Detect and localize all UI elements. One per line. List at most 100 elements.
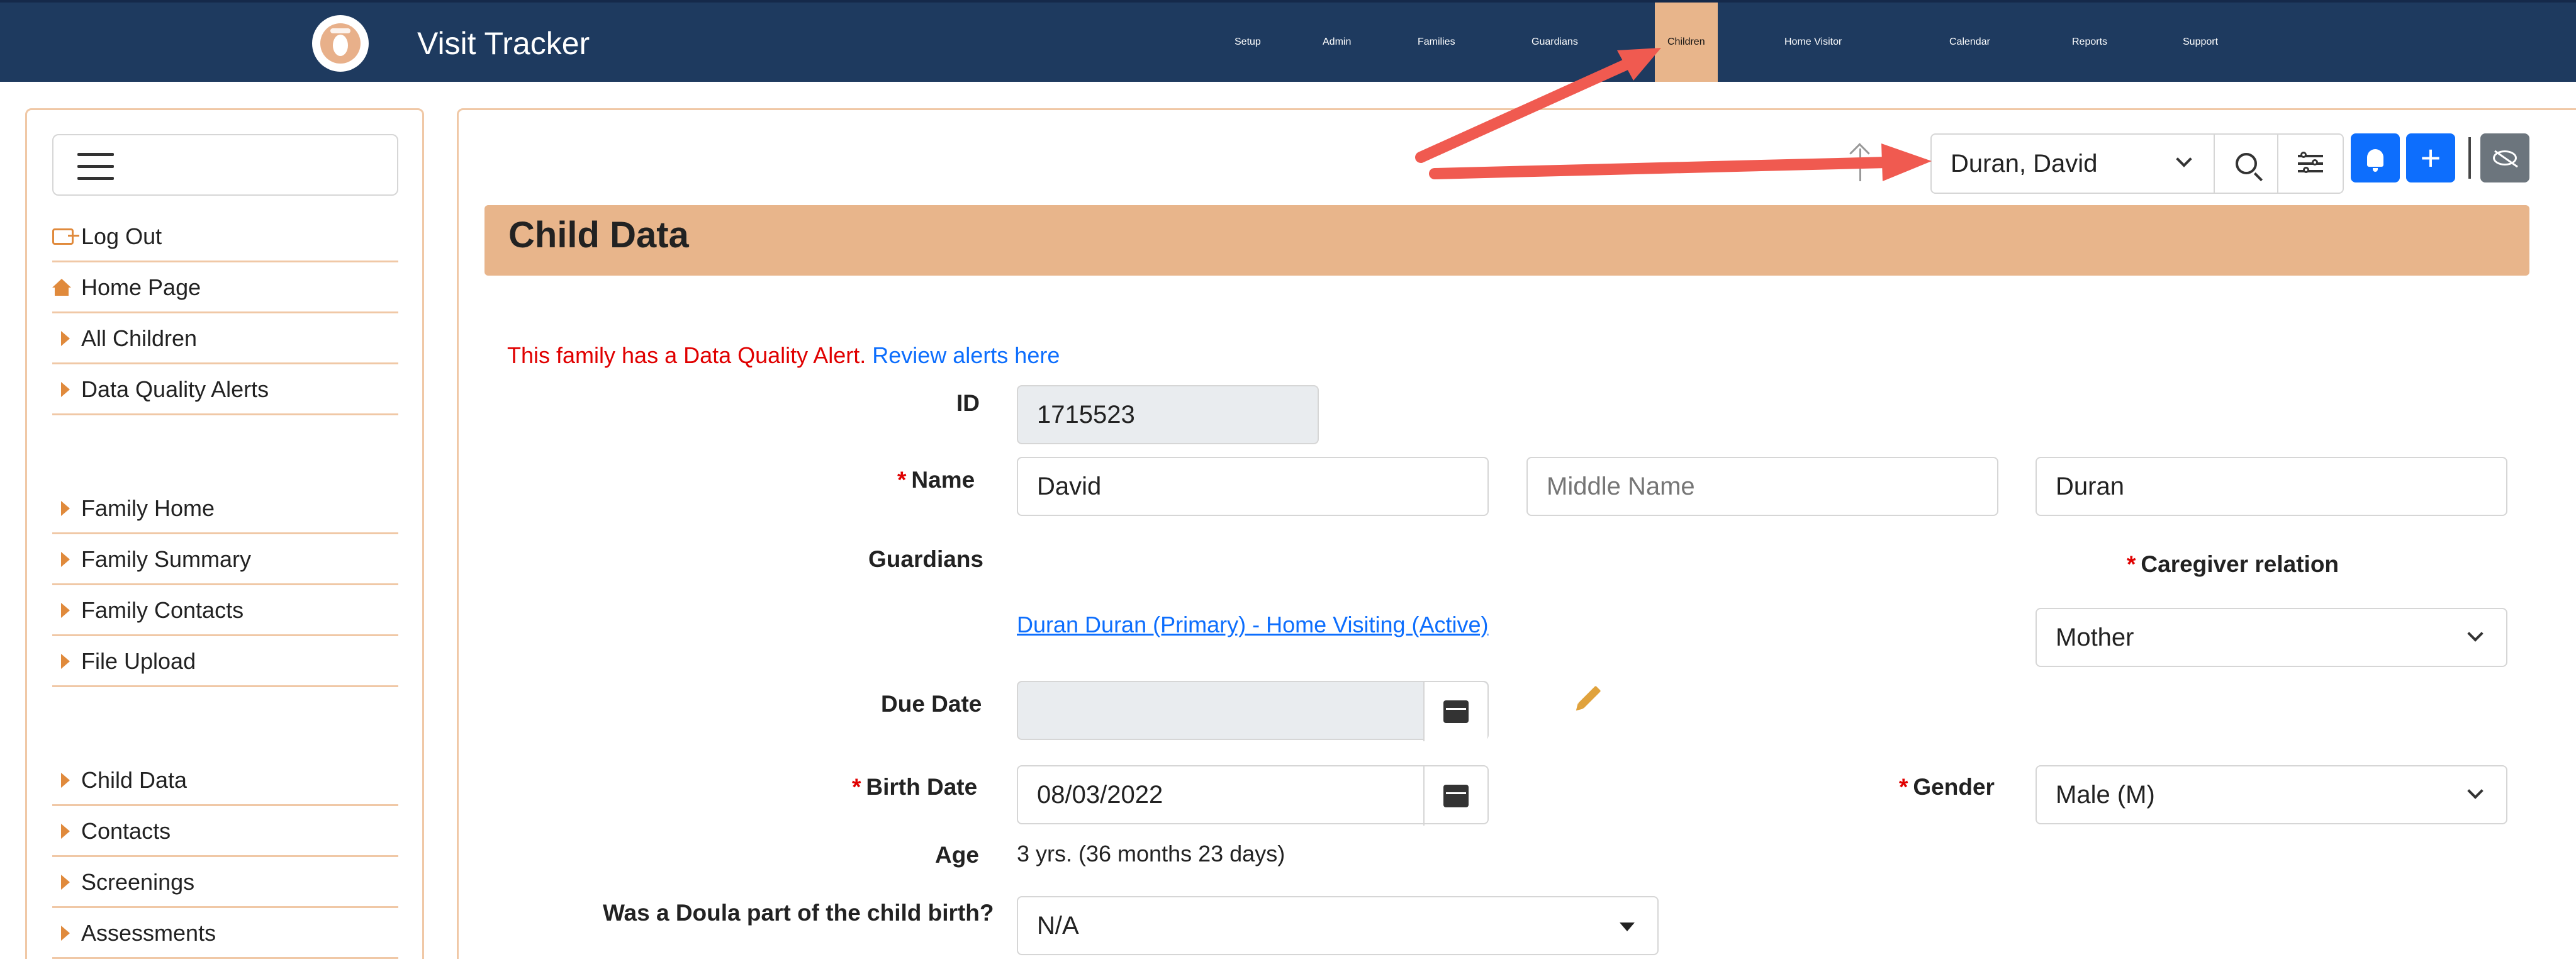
sidebar-toggle-button[interactable]: [52, 134, 398, 196]
sidebar-item-all-children[interactable]: All Children: [52, 314, 398, 364]
caret-right-icon: [61, 874, 70, 890]
page-header: [484, 205, 2529, 276]
sidebar-item-label: Family Home: [81, 495, 215, 521]
nav-admin[interactable]: Admin: [1323, 3, 1351, 82]
sidebar-item-label: Child Data: [81, 766, 188, 793]
caret-right-icon: [61, 823, 70, 839]
nav-setup[interactable]: Setup: [1235, 3, 1261, 82]
app-logo[interactable]: [312, 15, 369, 72]
due-date-label: Due Date: [881, 691, 982, 717]
sidebar: Log Out Home Page All Children Data Qual…: [25, 108, 424, 959]
required-marker: *: [2127, 551, 2136, 577]
arrow-up-icon[interactable]: [1850, 143, 1871, 181]
doula-value: N/A: [1037, 911, 1079, 939]
sidebar-item-family-home[interactable]: Family Home: [52, 484, 398, 534]
sidebar-item-label: Data Quality Alerts: [81, 376, 269, 402]
top-navbar: Visit Tracker Setup Admin Families Guard…: [0, 0, 2576, 82]
sidebar-item-file-upload[interactable]: File Upload: [52, 637, 398, 687]
caregiver-relation-label-text: Caregiver relation: [2141, 551, 2339, 577]
birth-date-calendar-button[interactable]: [1423, 766, 1487, 826]
baby-foot-logo-icon: [320, 23, 361, 64]
doula-select[interactable]: N/A: [1017, 896, 1659, 955]
gender-label: * Gender: [1899, 774, 1995, 800]
sidebar-item-label: Home Page: [81, 274, 201, 300]
sidebar-item-label: All Children: [81, 325, 198, 351]
page-title: Child Data: [508, 215, 689, 255]
last-name-value: Duran: [2056, 472, 2124, 500]
sidebar-item-label: File Upload: [81, 648, 196, 674]
app-brand[interactable]: Visit Tracker: [417, 25, 590, 62]
caret-right-icon: [61, 772, 70, 788]
id-value: 1715523: [1037, 400, 1135, 429]
sidebar-item-data-quality-alerts[interactable]: Data Quality Alerts: [52, 365, 398, 415]
gender-value: Male (M): [2056, 780, 2155, 809]
birth-date-label-text: Birth Date: [866, 774, 978, 800]
gender-select[interactable]: Male (M): [2036, 765, 2507, 824]
caregiver-relation-label: * Caregiver relation: [2127, 551, 2339, 578]
nav-home-visitor[interactable]: Home Visitor: [1784, 3, 1842, 82]
caret-down-icon: [1620, 923, 1635, 931]
sidebar-item-family-summary[interactable]: Family Summary: [52, 535, 398, 585]
nav-families[interactable]: Families: [1418, 3, 1455, 82]
nav-support[interactable]: Support: [2183, 3, 2218, 82]
caret-right-icon: [61, 925, 70, 941]
calendar-icon: [1443, 700, 1469, 723]
hide-button[interactable]: [2480, 133, 2529, 182]
filter-button[interactable]: [2278, 135, 2343, 193]
middle-name-field[interactable]: Middle Name: [1526, 457, 1998, 516]
caret-right-icon: [61, 500, 70, 516]
caret-right-icon: [61, 602, 70, 618]
sidebar-item-assessments[interactable]: Assessments: [52, 909, 398, 959]
middle-name-placeholder: Middle Name: [1547, 472, 1695, 500]
nav-guardians[interactable]: Guardians: [1532, 3, 1578, 82]
age-label: Age: [935, 842, 979, 868]
guardians-label: Guardians: [868, 546, 983, 572]
gender-label-text: Gender: [1913, 774, 1995, 800]
sidebar-item-home-page[interactable]: Home Page: [52, 263, 398, 313]
sidebar-item-family-contacts[interactable]: Family Contacts: [52, 586, 398, 636]
alert-text: This family has a Data Quality Alert.: [507, 342, 866, 368]
caret-right-icon: [61, 653, 70, 669]
sidebar-item-child-data[interactable]: Child Data: [52, 756, 398, 806]
guardian-link[interactable]: Duran Duran (Primary) - Home Visiting (A…: [1017, 612, 1489, 638]
caret-right-icon: [61, 381, 70, 397]
child-select-value: Duran, David: [1951, 149, 2098, 177]
notifications-button[interactable]: [2351, 133, 2400, 182]
first-name-field[interactable]: David: [1017, 457, 1489, 516]
birth-date-value: 08/03/2022: [1037, 780, 1163, 809]
eye-slash-icon: [2493, 150, 2517, 165]
required-marker: *: [1899, 774, 1908, 800]
nav-children[interactable]: Children: [1655, 3, 1718, 82]
due-date-calendar-button[interactable]: [1423, 682, 1487, 741]
id-label: ID: [956, 390, 980, 416]
search-button[interactable]: [2215, 135, 2279, 193]
sidebar-item-log-out[interactable]: Log Out: [52, 212, 398, 262]
age-value: 3 yrs. (36 months 23 days): [1017, 841, 1285, 866]
chevron-down-icon: [2176, 151, 2192, 167]
chevron-down-icon: [2467, 625, 2484, 642]
plus-icon: +: [2420, 138, 2441, 177]
name-label-text: Name: [911, 467, 975, 493]
search-icon: [2235, 153, 2257, 174]
sidebar-item-contacts[interactable]: Contacts: [52, 807, 398, 857]
due-date-field: [1017, 681, 1489, 741]
nav-calendar[interactable]: Calendar: [1949, 3, 1990, 82]
sidebar-item-screenings[interactable]: Screenings: [52, 858, 398, 908]
chevron-down-icon: [2467, 783, 2484, 799]
sidebar-item-label: Assessments: [81, 919, 216, 946]
child-select[interactable]: Duran, David: [1932, 135, 2215, 193]
caregiver-relation-select[interactable]: Mother: [2036, 608, 2507, 667]
last-name-field[interactable]: Duran: [2036, 457, 2507, 516]
sidebar-item-label: Log Out: [81, 223, 162, 249]
toolbar-divider: [2468, 137, 2471, 179]
add-button[interactable]: +: [2406, 133, 2455, 182]
birth-date-field[interactable]: 08/03/2022: [1017, 765, 1489, 826]
bell-icon: [2367, 149, 2383, 172]
child-search-group: Duran, David: [1930, 133, 2344, 194]
first-name-value: David: [1037, 472, 1102, 500]
review-alerts-link[interactable]: Review alerts here: [872, 342, 1060, 368]
name-label: * Name: [897, 467, 975, 493]
id-field: 1715523: [1017, 385, 1319, 444]
caret-right-icon: [61, 330, 70, 346]
nav-reports[interactable]: Reports: [2072, 3, 2107, 82]
